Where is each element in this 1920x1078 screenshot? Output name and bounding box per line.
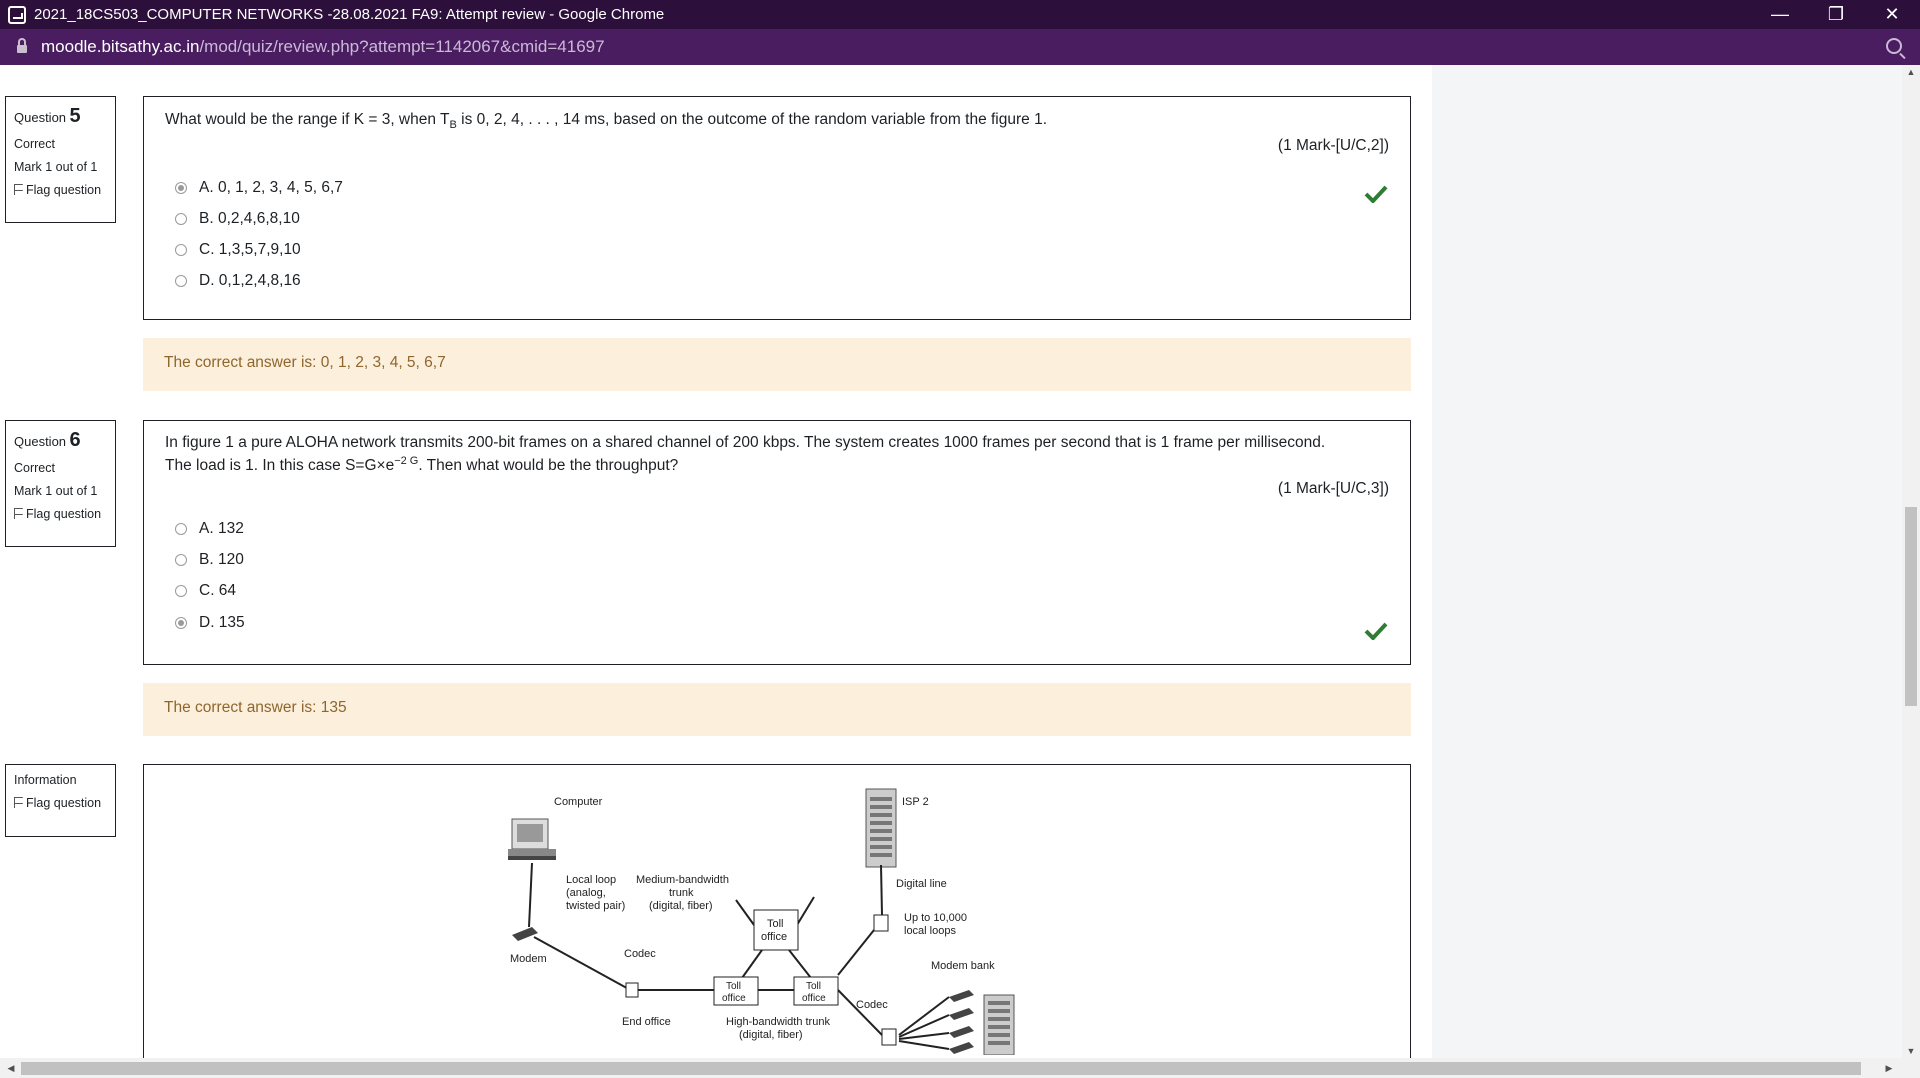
information-info: Information Flag question: [5, 764, 116, 837]
question-number: 6: [69, 429, 81, 451]
question-text: In figure 1 a pure ALOHA network transmi…: [165, 434, 1326, 475]
answer-option-b[interactable]: B. 0,2,4,6,8,10: [175, 210, 300, 228]
flag-icon: [14, 184, 23, 195]
radio-button[interactable]: [175, 617, 187, 629]
browser-titlebar: 2021_18CS503_COMPUTER NETWORKS -28.08.20…: [0, 0, 1920, 29]
figure-label-computer: Computer: [554, 796, 603, 808]
figure-label-codec-2: Codec: [856, 999, 888, 1011]
information-label: Information: [14, 773, 77, 787]
scroll-down-icon[interactable]: ▼: [1902, 1044, 1920, 1058]
figure-label-toll-3: Toll: [806, 981, 821, 992]
scroll-right-icon[interactable]: ▶: [1880, 1058, 1898, 1078]
answer-option-d[interactable]: D. 0,1,2,4,8,16: [175, 272, 301, 290]
flag-question-link[interactable]: Flag question: [14, 183, 108, 197]
figure-label-end-office: End office: [622, 1016, 671, 1028]
scroll-up-icon[interactable]: ▲: [1902, 65, 1920, 79]
figure-label-digital-line: Digital line: [896, 878, 947, 890]
figure-label-isp2: ISP 2: [902, 796, 929, 808]
question-content-5: What would be the range if K = 3, when T…: [143, 96, 1411, 320]
computer-icon: [508, 818, 556, 860]
figure-label-medium-1: Medium-bandwidth: [636, 874, 729, 886]
address-bar[interactable]: moodle.bitsathy.ac.in/mod/quiz/review.ph…: [0, 29, 1920, 65]
url-text[interactable]: moodle.bitsathy.ac.in/mod/quiz/review.ph…: [41, 37, 605, 57]
figure-label-local-loop-1: Local loop: [566, 874, 616, 886]
figure-label-local-loop-3: twisted pair): [566, 900, 625, 912]
flag-icon: [14, 797, 23, 808]
answer-option-c[interactable]: C. 1,3,5,7,9,10: [175, 241, 301, 259]
page-viewport: Question 5 Correct Mark 1 out of 1 Flag …: [0, 65, 1902, 1058]
figure-label-modem: Modem: [510, 953, 547, 965]
zoom-icon[interactable]: [1886, 38, 1902, 54]
figure-label-toll-office-2: office: [722, 993, 746, 1004]
feedback-5: The correct answer is: 0, 1, 2, 3, 4, 5,…: [143, 338, 1411, 391]
window-title: 2021_18CS503_COMPUTER NETWORKS -28.08.20…: [34, 6, 665, 23]
figure-label-local-loop-2: (analog,: [566, 887, 606, 899]
check-icon: [1364, 622, 1388, 640]
check-icon: [1364, 185, 1388, 203]
question-content-6: In figure 1 a pure ALOHA network transmi…: [143, 420, 1411, 665]
answer-option-c[interactable]: C. 64: [175, 582, 236, 600]
horizontal-scroll-thumb[interactable]: [21, 1062, 1861, 1075]
radio-button[interactable]: [175, 182, 187, 194]
figure-label-medium-3: (digital, fiber): [649, 900, 713, 912]
radio-button[interactable]: [175, 213, 187, 225]
question-label: Question: [14, 434, 67, 449]
figure-label-high-2: (digital, fiber): [739, 1029, 803, 1041]
radio-button[interactable]: [175, 585, 187, 597]
question-grade: Mark 1 out of 1: [14, 160, 98, 174]
chrome-app-icon: [8, 5, 26, 24]
minimize-button[interactable]: —: [1752, 0, 1808, 29]
figure-label-codec: Codec: [624, 948, 656, 960]
figure-label-up-to-2: local loops: [904, 925, 956, 937]
question-state: Correct: [14, 461, 55, 475]
figure-label-up-to-1: Up to 10,000: [904, 912, 967, 924]
question-state: Correct: [14, 137, 55, 151]
question-marks: (1 Mark-[U/C,2]): [1277, 137, 1389, 154]
vertical-scroll-thumb[interactable]: [1905, 507, 1917, 706]
answer-option-b[interactable]: B. 120: [175, 551, 244, 569]
question-text: What would be the range if K = 3, when T…: [165, 111, 1048, 132]
feedback-6: The correct answer is: 135: [143, 683, 1411, 736]
flag-icon: [14, 508, 23, 519]
question-grade: Mark 1 out of 1: [14, 484, 98, 498]
figure-label-modem-bank: Modem bank: [931, 960, 995, 972]
information-content: Computer ISP 2 Local loop (analog, twist…: [143, 764, 1411, 1058]
radio-button[interactable]: [175, 554, 187, 566]
flag-question-link[interactable]: Flag question: [14, 507, 108, 521]
figure-label-toll-office-3: office: [802, 993, 826, 1004]
answer-option-a[interactable]: A. 0, 1, 2, 3, 4, 5, 6,7: [175, 179, 343, 197]
question-info-6: Question 6 Correct Mark 1 out of 1 Flag …: [5, 420, 116, 547]
radio-button[interactable]: [175, 244, 187, 256]
question-info-5: Question 5 Correct Mark 1 out of 1 Flag …: [5, 96, 116, 223]
scroll-left-icon[interactable]: ◀: [2, 1058, 20, 1078]
figure-label-toll-office: office: [761, 931, 787, 943]
radio-button[interactable]: [175, 275, 187, 287]
figure-label-medium-2: trunk: [669, 887, 694, 899]
figure-label-toll: Toll: [767, 918, 784, 930]
question-marks: (1 Mark-[U/C,3]): [1277, 480, 1389, 497]
right-gutter: [1432, 65, 1902, 1058]
question-number: 5: [69, 105, 81, 127]
radio-button[interactable]: [175, 523, 187, 535]
modem-bank-icon: [949, 990, 1015, 1055]
question-label: Question: [14, 110, 67, 125]
flag-question-link[interactable]: Flag question: [14, 796, 108, 810]
restore-button[interactable]: ❐: [1808, 0, 1864, 29]
answer-option-a[interactable]: A. 132: [175, 520, 244, 538]
lock-icon[interactable]: [17, 38, 27, 53]
figure-label-high-1: High-bandwidth trunk: [726, 1016, 830, 1028]
modem-icon: [512, 927, 538, 941]
server-icon: [865, 788, 897, 868]
network-figure: Computer ISP 2 Local loop (analog, twist…: [508, 788, 1015, 1055]
figure-label-toll-2: Toll: [726, 981, 741, 992]
answer-option-d[interactable]: D. 135: [175, 614, 245, 632]
close-button[interactable]: ✕: [1864, 0, 1920, 29]
